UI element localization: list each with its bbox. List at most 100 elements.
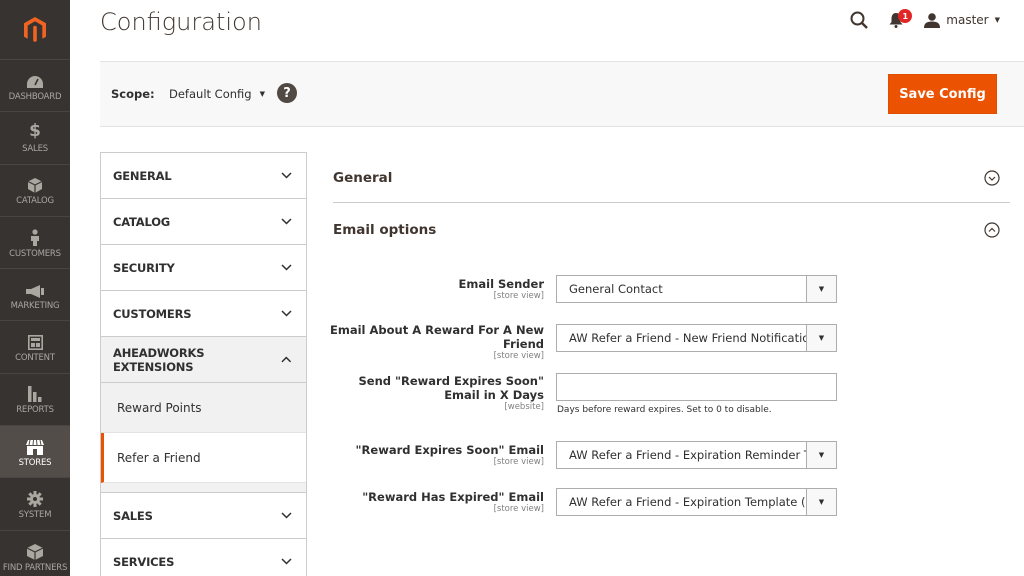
page-title: Configuration xyxy=(100,8,262,36)
nav-label: CUSTOMERS xyxy=(9,248,61,259)
email-sender-label-group: Email Sender [store view] xyxy=(329,277,544,302)
section-general-header[interactable]: General xyxy=(333,153,1010,203)
person-icon xyxy=(30,227,40,246)
user-icon xyxy=(924,12,941,28)
nav-content[interactable]: CONTENT xyxy=(0,321,70,374)
select-arrow-icon: ▼ xyxy=(806,442,836,468)
subtab-reward-points[interactable]: Reward Points xyxy=(101,383,306,433)
chevron-down-icon: ▼ xyxy=(994,16,1000,24)
subtab-label: Reward Points xyxy=(117,400,202,415)
notification-count-badge: 1 xyxy=(898,9,913,23)
select-arrow-icon: ▼ xyxy=(806,276,836,302)
magento-logo[interactable] xyxy=(0,0,70,60)
field-scope: [website] xyxy=(504,402,544,412)
nav-marketing[interactable]: MARKETING xyxy=(0,269,70,322)
nav-label: SYSTEM xyxy=(18,510,52,521)
nav-dashboard[interactable]: DASHBOARD xyxy=(0,60,70,113)
select-arrow-icon: ▼ xyxy=(806,489,836,515)
partners-icon xyxy=(27,541,43,560)
scope-switcher[interactable]: Default Config ▼ xyxy=(169,87,265,101)
field-scope: [store view] xyxy=(493,291,544,301)
chevron-down-icon xyxy=(281,218,292,225)
expires-soon-select[interactable]: AW Refer a Friend - Expiration Reminder … xyxy=(556,441,837,469)
nav-system[interactable]: SYSTEM xyxy=(0,478,70,531)
field-label: Send "Reward Expires Soon" Email in X Da… xyxy=(358,374,544,402)
reward-new-friend-label-group: Email About A Reward For A New Friend [s… xyxy=(329,323,544,362)
tab-label: SECURITY xyxy=(113,260,175,275)
tab-catalog[interactable]: CATALOG xyxy=(101,199,306,245)
nav-label: CATALOG xyxy=(16,196,54,207)
email-sender-select[interactable]: General Contact ▼ xyxy=(556,275,837,303)
reward-new-friend-select[interactable]: AW Refer a Friend - New Friend Notificat… xyxy=(556,324,837,352)
field-label: Email About A Reward For A New Friend xyxy=(330,323,544,351)
select-value: AW Refer a Friend - New Friend Notificat… xyxy=(569,331,806,345)
layout-icon xyxy=(27,331,43,351)
nav-catalog[interactable]: CATALOG xyxy=(0,165,70,217)
field-label: "Reward Expires Soon" Email xyxy=(355,443,544,457)
config-tabs: GENERAL CATALOG SECURITY CUSTOMERS AHEAD… xyxy=(100,152,307,576)
scope-value: Default Config xyxy=(169,87,252,101)
select-value: General Contact xyxy=(569,282,663,296)
tab-label: CATALOG xyxy=(113,214,171,229)
cube-icon xyxy=(28,174,42,194)
scope-bar: Scope: Default Config ▼ ? Save Config xyxy=(100,61,1024,127)
save-config-button[interactable]: Save Config xyxy=(888,74,997,114)
select-value: AW Refer a Friend - Expiration Template … xyxy=(569,495,806,509)
nav-label: DASHBOARD xyxy=(8,91,62,102)
tab-general[interactable]: GENERAL xyxy=(101,153,306,199)
bar-chart-icon xyxy=(28,383,42,403)
store-icon xyxy=(26,436,44,455)
user-menu[interactable]: master ▼ xyxy=(924,12,1000,28)
expires-days-input[interactable] xyxy=(556,373,837,401)
select-arrow-icon: ▼ xyxy=(806,325,836,351)
user-name: master xyxy=(946,13,989,27)
scope-label: Scope: xyxy=(111,87,155,101)
field-label: "Reward Has Expired" Email xyxy=(362,490,544,504)
nav-label: FIND PARTNERS xyxy=(2,562,68,573)
nav-reports[interactable]: REPORTS xyxy=(0,374,70,427)
field-label: Email Sender xyxy=(458,277,544,291)
section-email-options-header[interactable]: Email options xyxy=(333,205,1010,255)
tab-services[interactable]: SERVICES xyxy=(101,539,306,576)
nav-customers[interactable]: CUSTOMERS xyxy=(0,217,70,270)
expires-soon-label-group: "Reward Expires Soon" Email [store view] xyxy=(329,443,544,468)
chevron-up-icon xyxy=(281,356,292,363)
caret-down-icon: ▼ xyxy=(259,90,265,98)
tab-sales[interactable]: SALES xyxy=(101,493,306,539)
magento-logo-icon xyxy=(24,16,46,42)
tab-label: SALES xyxy=(113,508,153,523)
nav-label: STORES xyxy=(18,457,52,468)
tab-security[interactable]: SECURITY xyxy=(101,245,306,291)
chevron-down-icon xyxy=(281,310,292,317)
search-icon[interactable] xyxy=(850,11,869,29)
help-icon[interactable]: ? xyxy=(277,83,297,103)
nav-stores[interactable]: STORES xyxy=(0,426,70,479)
nav-find-partners[interactable]: FIND PARTNERS xyxy=(0,531,70,576)
subtab-label: Refer a Friend xyxy=(117,450,201,465)
gear-icon xyxy=(27,488,43,508)
select-value: AW Refer a Friend - Expiration Reminder … xyxy=(569,448,806,462)
megaphone-icon xyxy=(26,279,44,298)
expires-days-label-group: Send "Reward Expires Soon" Email in X Da… xyxy=(329,374,544,413)
admin-sidebar: DASHBOARD $ SALES CATALOG CUSTOMERS MARK… xyxy=(0,0,70,576)
chevron-down-icon xyxy=(281,172,292,179)
tab-label: SERVICES xyxy=(113,554,175,569)
nav-label: MARKETING xyxy=(10,300,60,311)
header-actions: 1 master ▼ xyxy=(850,6,1000,34)
chevron-down-icon xyxy=(281,512,292,519)
nav-sales[interactable]: $ SALES xyxy=(0,112,70,165)
subtab-refer-a-friend[interactable]: Refer a Friend xyxy=(101,433,306,483)
section-title: Email options xyxy=(333,222,437,238)
field-scope: [store view] xyxy=(493,457,544,467)
tab-aheadworks-extensions[interactable]: AHEADWORKS EXTENSIONS xyxy=(101,337,306,383)
tab-customers[interactable]: CUSTOMERS xyxy=(101,291,306,337)
tab-label: GENERAL xyxy=(113,168,172,183)
tab-label: CUSTOMERS xyxy=(113,306,192,321)
notifications-bell[interactable]: 1 xyxy=(888,9,913,28)
chevron-down-icon xyxy=(281,264,292,271)
has-expired-select[interactable]: AW Refer a Friend - Expiration Template … xyxy=(556,488,837,516)
section-title: General xyxy=(333,169,393,186)
nav-label: REPORTS xyxy=(16,405,54,416)
collapse-circle-icon xyxy=(984,222,1000,238)
has-expired-label-group: "Reward Has Expired" Email [store view] xyxy=(329,490,544,515)
